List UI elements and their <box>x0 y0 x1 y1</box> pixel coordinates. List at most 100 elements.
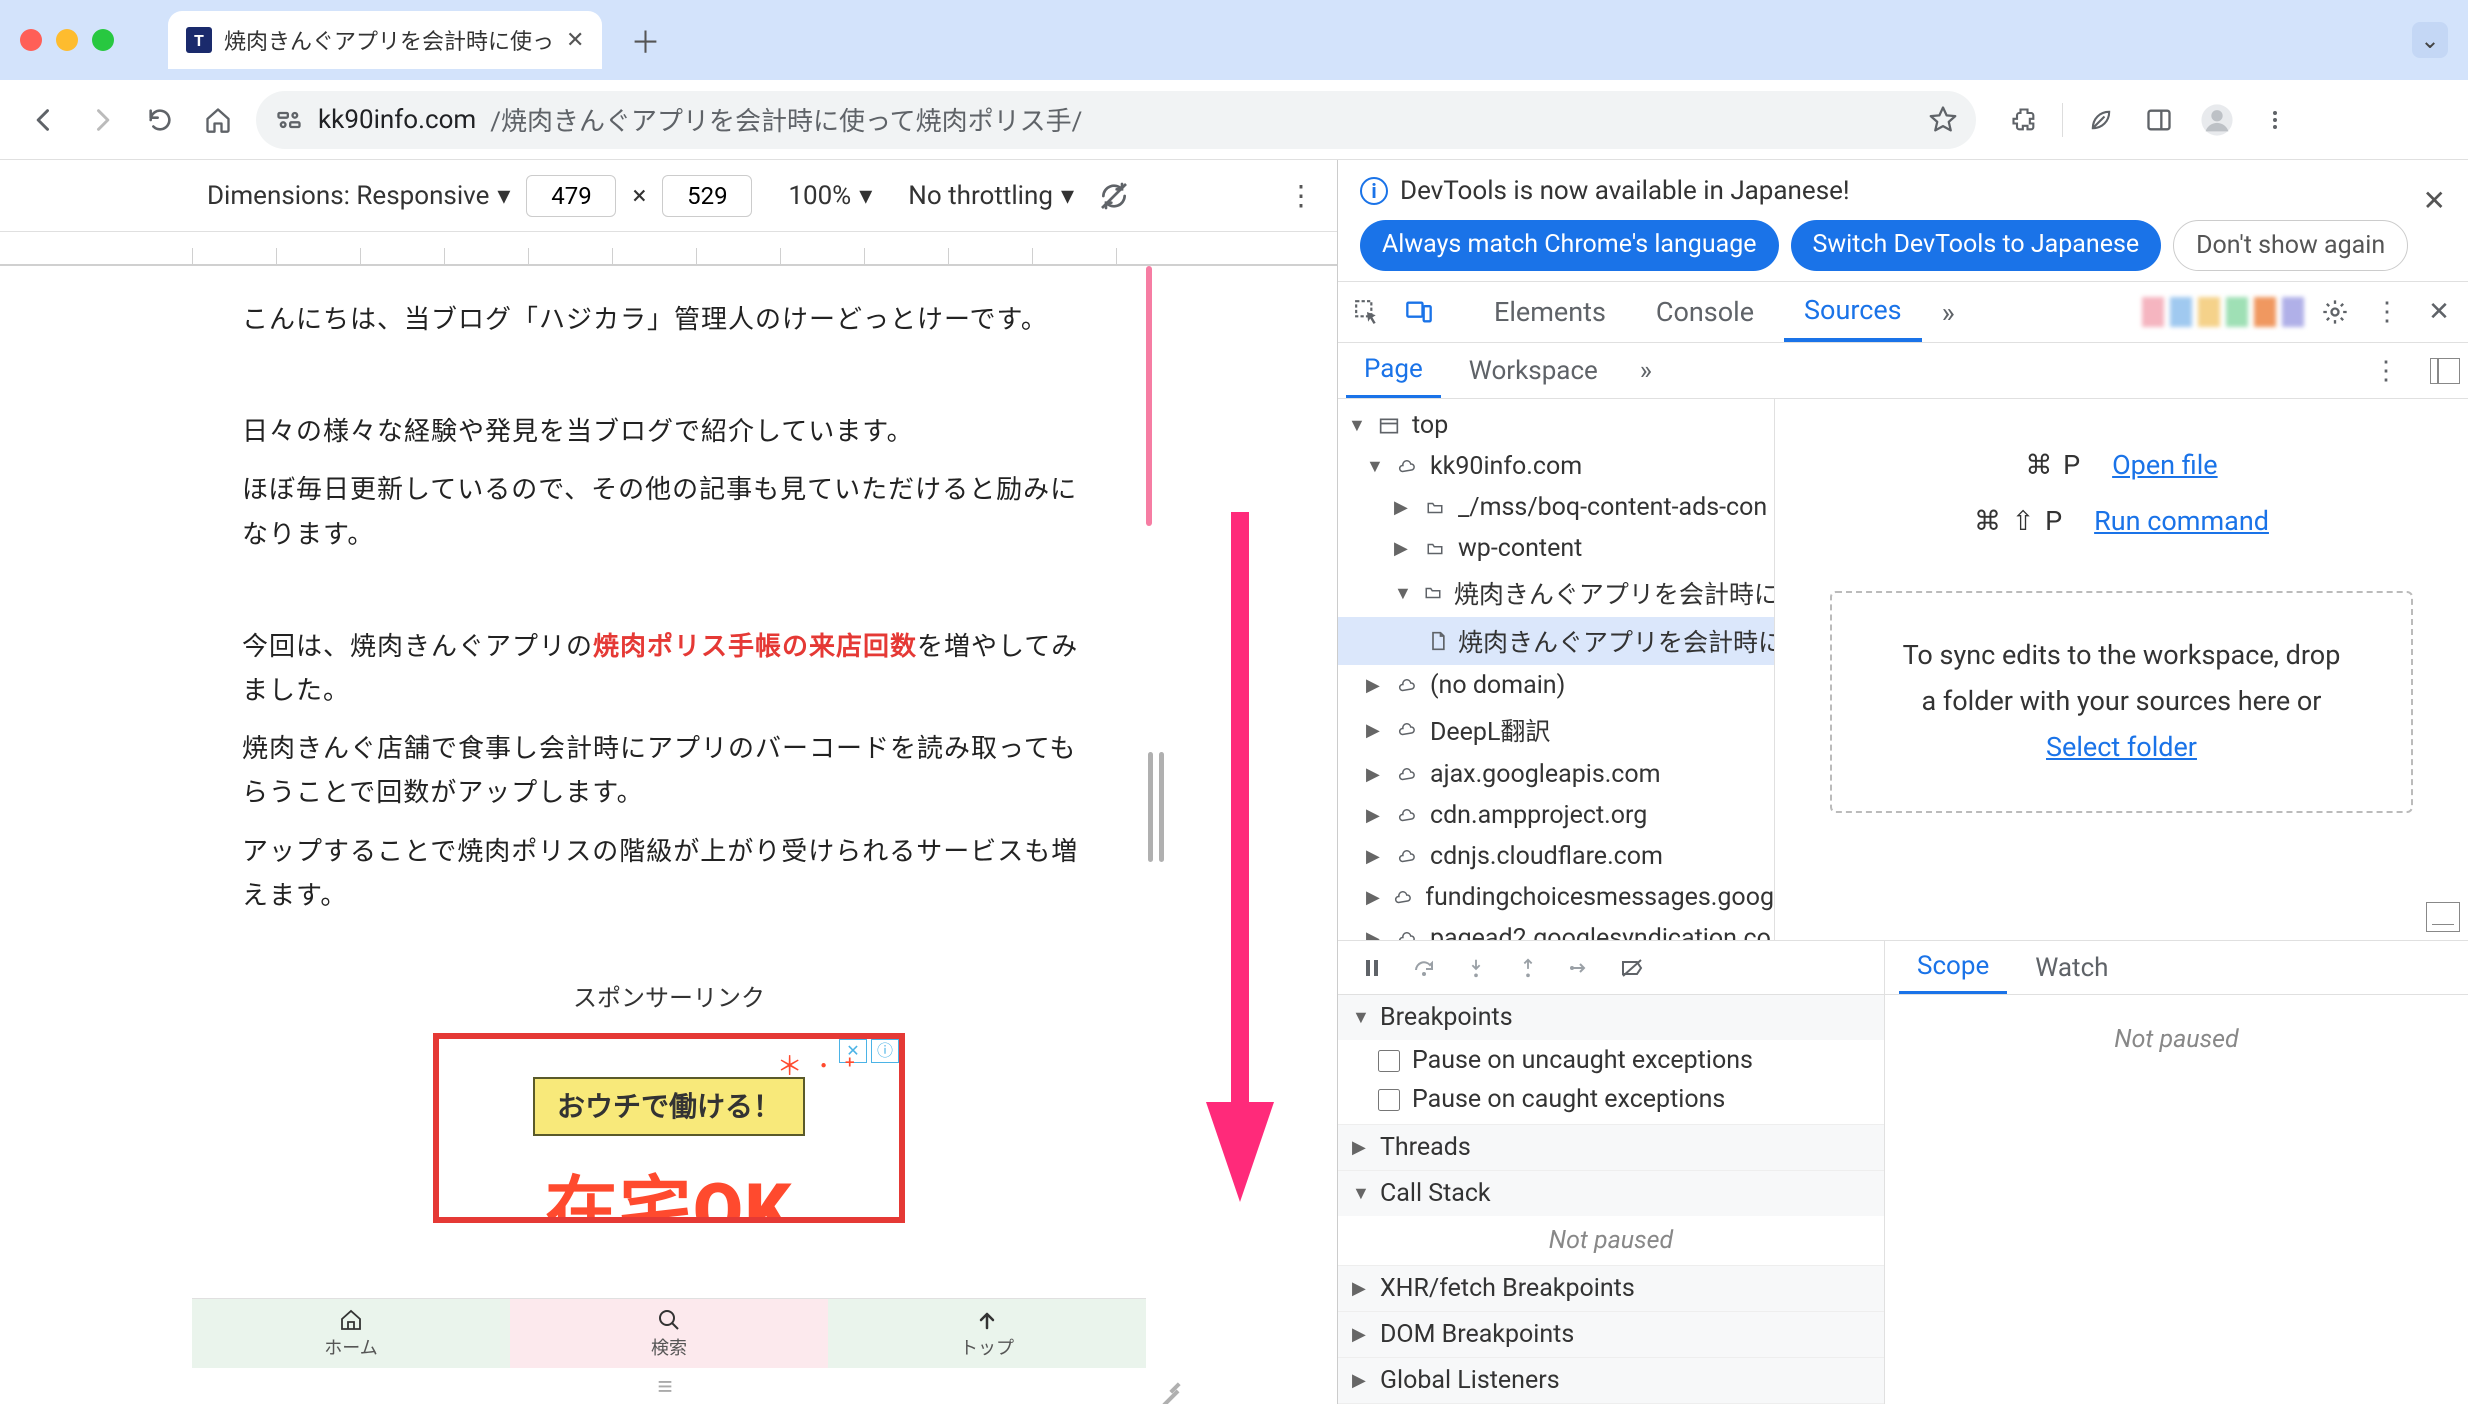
global-listeners-section[interactable]: ▶Global Listeners <box>1338 1358 1884 1403</box>
device-toolbar-menu-button[interactable]: ⋮ <box>1287 179 1315 212</box>
favicon: T <box>186 27 212 53</box>
pause-uncaught-checkbox[interactable]: Pause on uncaught exceptions <box>1378 1046 1870 1075</box>
file-navigator-tree[interactable]: ▼top ▼kk90info.com ▶_/mss/boq-content-ad… <box>1338 399 1775 940</box>
infobar-close-button[interactable]: ✕ <box>2423 184 2446 217</box>
rotate-icon[interactable] <box>1098 180 1130 212</box>
window-controls <box>20 29 114 51</box>
leaf-icon[interactable] <box>2081 100 2121 140</box>
browser-tab[interactable]: T 焼肉きんぐアプリを会計時に使っ ✕ <box>168 11 602 69</box>
tree-item-cloud[interactable]: ▶cdnjs.cloudflare.com <box>1338 836 1774 877</box>
zoom-dropdown[interactable]: 100% ▾ <box>788 181 872 211</box>
advertisement[interactable]: ✕ⓘ ＊ ･ ⁺ おウチで働ける！ 在宅OK <box>433 1033 905 1223</box>
not-paused-label: Not paused <box>2114 1015 2238 1064</box>
match-language-button[interactable]: Always match Chrome's language <box>1360 220 1779 271</box>
close-window-button[interactable] <box>20 29 42 51</box>
nav-top[interactable]: トップ <box>828 1299 1146 1368</box>
scrollbar-thumb[interactable] <box>1146 266 1152 526</box>
site-settings-icon[interactable] <box>274 105 304 135</box>
workspace-drop-zone[interactable]: To sync edits to the workspace, drop a f… <box>1830 591 2412 813</box>
tab-sources[interactable]: Sources <box>1784 282 1922 342</box>
xhr-breakpoints-section[interactable]: ▶XHR/fetch Breakpoints <box>1338 1266 1884 1311</box>
sidepanel-icon[interactable] <box>2139 100 2179 140</box>
scope-watch-tabs: Scope Watch <box>1885 941 2468 995</box>
chrome-menu-button[interactable] <box>2255 100 2295 140</box>
run-command-link[interactable]: Run command <box>2094 505 2269 537</box>
tab-bar: T 焼肉きんぐアプリを会計時に使っ ✕ ＋ ⌄ <box>0 0 2468 80</box>
ad-headline-2: 在宅OK <box>545 1150 793 1222</box>
toggle-drawer-icon[interactable] <box>2426 902 2460 932</box>
tree-item-folder[interactable]: ▶_/mss/boq-content-ads-con <box>1338 487 1774 528</box>
tree-item-cloud[interactable]: ▶DeepL翻訳 <box>1338 706 1774 754</box>
tree-item-cloud[interactable]: ▶fundingchoicesmessages.goog <box>1338 877 1774 918</box>
tree-item-file[interactable]: 焼肉きんぐアプリを会計時に <box>1338 617 1774 665</box>
profile-avatar[interactable] <box>2197 100 2237 140</box>
resize-handle-vertical[interactable] <box>1148 752 1166 862</box>
tab-watch[interactable]: Watch <box>2017 941 2126 994</box>
tree-item-cloud[interactable]: ▶cdn.ampproject.org <box>1338 795 1774 836</box>
device-width-input[interactable] <box>526 175 616 217</box>
step-over-icon[interactable] <box>1408 956 1440 980</box>
switch-language-button[interactable]: Switch DevTools to Japanese <box>1791 220 2162 271</box>
breakpoints-section[interactable]: ▼Breakpoints <box>1338 995 1884 1040</box>
tree-item-folder[interactable]: ▼焼肉きんぐアプリを会計時に使 <box>1338 569 1774 617</box>
devtools-infobar: i DevTools is now available in Japanese!… <box>1338 160 2468 281</box>
extensions-icon[interactable] <box>2004 100 2044 140</box>
step-icon[interactable] <box>1564 956 1596 980</box>
subtab-page[interactable]: Page <box>1346 343 1441 398</box>
tab-elements[interactable]: Elements <box>1474 282 1626 342</box>
resize-handle-corner[interactable] <box>1151 1370 1181 1400</box>
toggle-device-icon[interactable] <box>1398 291 1440 333</box>
ruler <box>0 232 1337 266</box>
back-button[interactable] <box>24 100 64 140</box>
close-tab-button[interactable]: ✕ <box>566 28 584 53</box>
devtools-close-icon[interactable]: ✕ <box>2418 291 2460 333</box>
sources-subtabs: Page Workspace » ⋮ <box>1338 343 2468 399</box>
subtabs-overflow-icon[interactable]: » <box>1626 356 1666 386</box>
step-into-icon[interactable] <box>1460 956 1492 980</box>
nav-home[interactable]: ホーム <box>192 1299 510 1368</box>
drag-handle[interactable]: ≡ <box>192 1368 1146 1404</box>
threads-section[interactable]: ▶Threads <box>1338 1125 1884 1170</box>
home-button[interactable] <box>198 100 238 140</box>
cloud-icon <box>1394 677 1420 695</box>
expand-tabs-button[interactable]: ⌄ <box>2412 22 2448 58</box>
device-height-input[interactable] <box>662 175 752 217</box>
reload-button[interactable] <box>140 100 180 140</box>
tree-item-folder[interactable]: ▶wp-content <box>1338 528 1774 569</box>
tree-item-cloud[interactable]: ▶ajax.googleapis.com <box>1338 754 1774 795</box>
new-tab-button[interactable]: ＋ <box>616 18 674 62</box>
pause-caught-checkbox[interactable]: Pause on caught exceptions <box>1378 1085 1870 1114</box>
tree-item-top[interactable]: ▼top <box>1338 405 1774 446</box>
tree-item-cloud[interactable]: ▶(no domain) <box>1338 665 1774 706</box>
device-frame[interactable]: こんにちは、当ブログ「ハジカラ」管理人のけーどっとけーです。 日々の様々な経験や… <box>192 266 1146 1404</box>
toggle-navigator-icon[interactable] <box>2430 358 2460 384</box>
open-file-link[interactable]: Open file <box>2112 449 2218 481</box>
debugger-toolbar <box>1338 941 1884 995</box>
select-folder-link[interactable]: Select folder <box>2046 731 2197 763</box>
subtab-workspace[interactable]: Workspace <box>1451 343 1616 398</box>
inspect-element-icon[interactable] <box>1346 291 1388 333</box>
gear-icon[interactable] <box>2314 291 2356 333</box>
ad-info-icon[interactable]: ⓘ <box>871 1039 899 1063</box>
nav-search[interactable]: 検索 <box>510 1299 828 1368</box>
omnibox[interactable]: kk90info.com/焼肉きんぐアプリを会計時に使って焼肉ポリス手/ <box>256 91 1976 149</box>
maximize-window-button[interactable] <box>92 29 114 51</box>
minimize-window-button[interactable] <box>56 29 78 51</box>
dont-show-again-button[interactable]: Don't show again <box>2173 220 2408 271</box>
tree-item-domain[interactable]: ▼kk90info.com <box>1338 446 1774 487</box>
pause-icon[interactable] <box>1356 956 1388 980</box>
bookmark-star-icon[interactable] <box>1928 105 1958 135</box>
tab-scope[interactable]: Scope <box>1899 941 2007 994</box>
throttling-dropdown[interactable]: No throttling ▾ <box>908 181 1074 211</box>
dimensions-dropdown[interactable]: Dimensions: Responsive ▾ <box>207 181 510 211</box>
step-out-icon[interactable] <box>1512 956 1544 980</box>
tab-console[interactable]: Console <box>1636 282 1774 342</box>
subtabs-menu-icon[interactable]: ⋮ <box>2366 356 2406 386</box>
tabs-overflow-icon[interactable]: » <box>1932 296 1965 329</box>
dom-breakpoints-section[interactable]: ▶DOM Breakpoints <box>1338 1312 1884 1357</box>
callstack-section[interactable]: ▼Call Stack <box>1338 1171 1884 1216</box>
tree-item-cloud[interactable]: ▶pagead2.googlesyndication.co <box>1338 918 1774 940</box>
devtools-menu-icon[interactable]: ⋮ <box>2366 291 2408 333</box>
forward-button[interactable] <box>82 100 122 140</box>
deactivate-breakpoints-icon[interactable] <box>1616 956 1648 980</box>
